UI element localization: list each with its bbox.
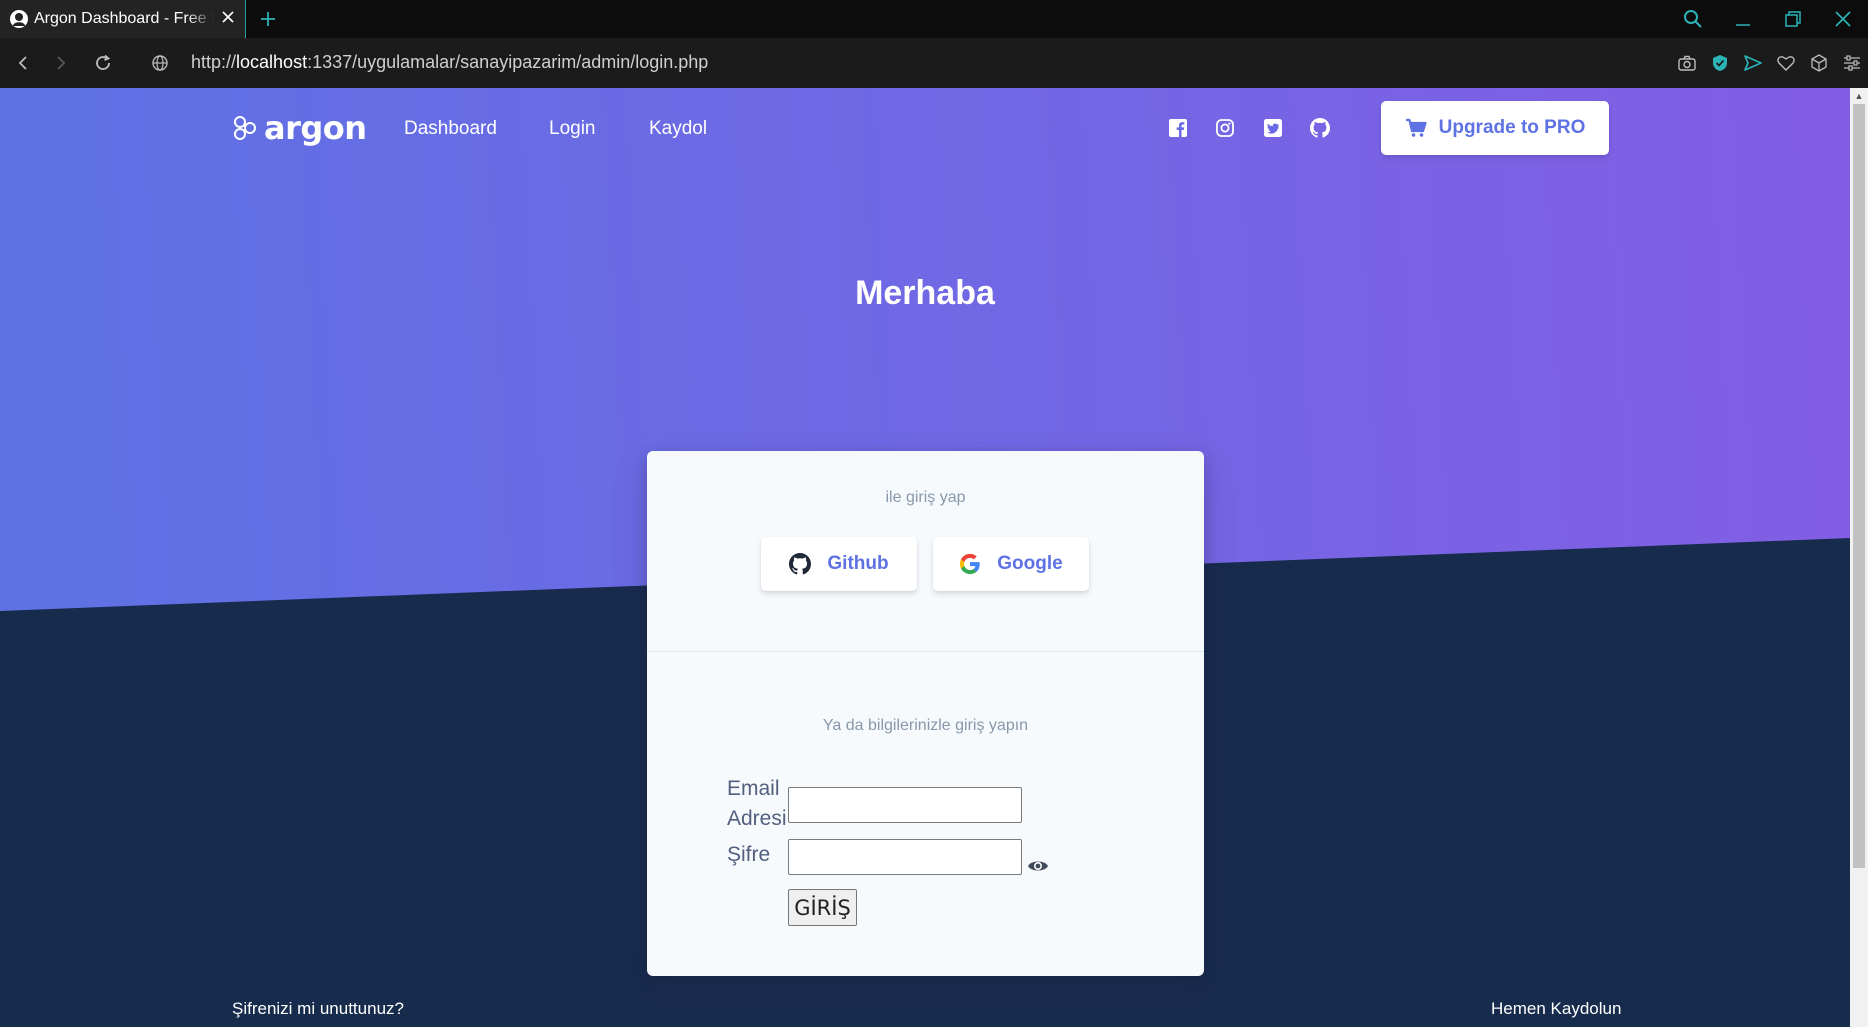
page-viewport: argon Dashboard Login Kaydol Upgrade to … <box>0 88 1850 1027</box>
github-login-label: Github <box>827 553 889 574</box>
forward-icon[interactable] <box>48 50 74 76</box>
heart-icon[interactable] <box>1769 50 1802 76</box>
shopping-cart-icon <box>1405 118 1427 138</box>
email-field[interactable] <box>788 787 1022 823</box>
nav-link-kaydol[interactable]: Kaydol <box>649 118 707 140</box>
login-submit-button[interactable]: GİRİŞ <box>788 889 857 926</box>
page-scrollbar[interactable]: ▲ <box>1850 88 1868 1027</box>
window-close-icon[interactable] <box>1818 0 1868 38</box>
argon-logo-icon <box>234 116 256 140</box>
github-login-button[interactable]: Github <box>761 537 917 591</box>
site-info-globe-icon[interactable] <box>147 50 173 76</box>
password-field[interactable] <box>788 839 1022 875</box>
camera-icon[interactable] <box>1670 50 1703 76</box>
brand-logo[interactable]: argon <box>232 112 367 144</box>
register-now-link[interactable]: Hemen Kaydolun <box>1491 999 1621 1019</box>
instagram-icon[interactable] <box>1214 117 1236 139</box>
google-icon <box>959 553 981 575</box>
google-login-label: Google <box>997 553 1063 574</box>
password-label: Şifre <box>727 843 771 866</box>
tab-title: Argon Dashboard - Free Da <box>34 10 214 27</box>
github-icon <box>789 553 812 575</box>
social-login-heading: ile giriş yap <box>885 489 966 506</box>
upgrade-to-pro-button[interactable]: Upgrade to PRO <box>1381 101 1609 155</box>
scroll-up-arrow-icon[interactable]: ▲ <box>1850 88 1868 104</box>
url-prefix: http:// <box>191 52 237 72</box>
form-heading: Ya da bilgilerinizle giriş yapın <box>822 717 1029 734</box>
extension-icons <box>1670 50 1868 76</box>
browser-titlebar: Argon Dashboard - Free Da <box>0 0 1868 38</box>
window-controls <box>1668 0 1868 38</box>
tab-close-icon[interactable] <box>221 10 235 29</box>
back-icon[interactable] <box>10 50 36 76</box>
url-path: :1337/uygulamalar/sanayipazarim/admin/lo… <box>307 52 709 72</box>
twitter-icon[interactable] <box>1262 117 1284 139</box>
browser-addressbar: http://localhost:1337/uygulamalar/sanayi… <box>0 38 1868 88</box>
url-host: localhost <box>236 52 308 72</box>
login-card: ile giriş yap Github Google Ya da bilgil… <box>647 451 1204 976</box>
minimize-icon[interactable] <box>1718 0 1768 38</box>
restore-icon[interactable] <box>1768 0 1818 38</box>
url-bar[interactable]: http://localhost:1337/uygulamalar/sanayi… <box>191 52 708 73</box>
page-title: Merhaba <box>855 274 995 312</box>
nav-link-dashboard[interactable]: Dashboard <box>404 118 497 140</box>
facebook-icon[interactable] <box>1167 117 1189 139</box>
nav-link-login[interactable]: Login <box>549 118 596 140</box>
github-icon[interactable] <box>1309 117 1331 139</box>
google-login-button[interactable]: Google <box>933 537 1089 591</box>
card-divider <box>647 651 1204 652</box>
email-label-line2: Adresi <box>727 807 787 830</box>
tab-favicon-icon <box>10 10 28 28</box>
show-password-eye-icon[interactable] <box>1027 858 1051 874</box>
new-tab-icon[interactable] <box>255 6 281 32</box>
scrollbar-thumb[interactable] <box>1853 104 1865 868</box>
reload-icon[interactable] <box>90 50 116 76</box>
send-icon[interactable] <box>1736 50 1769 76</box>
email-label: Email Adresi <box>727 774 787 834</box>
settings-sliders-icon[interactable] <box>1835 50 1868 76</box>
email-label-line1: Email <box>727 777 780 800</box>
browser-tab[interactable]: Argon Dashboard - Free Da <box>0 0 246 38</box>
forgot-password-link[interactable]: Şifrenizi mi unuttunuz? <box>232 999 404 1019</box>
upgrade-to-pro-label: Upgrade to PRO <box>1438 117 1586 138</box>
brand-text: argon <box>264 109 367 147</box>
cube-icon[interactable] <box>1802 50 1835 76</box>
browser-search-icon[interactable] <box>1668 0 1718 38</box>
shield-check-icon[interactable] <box>1703 50 1736 76</box>
